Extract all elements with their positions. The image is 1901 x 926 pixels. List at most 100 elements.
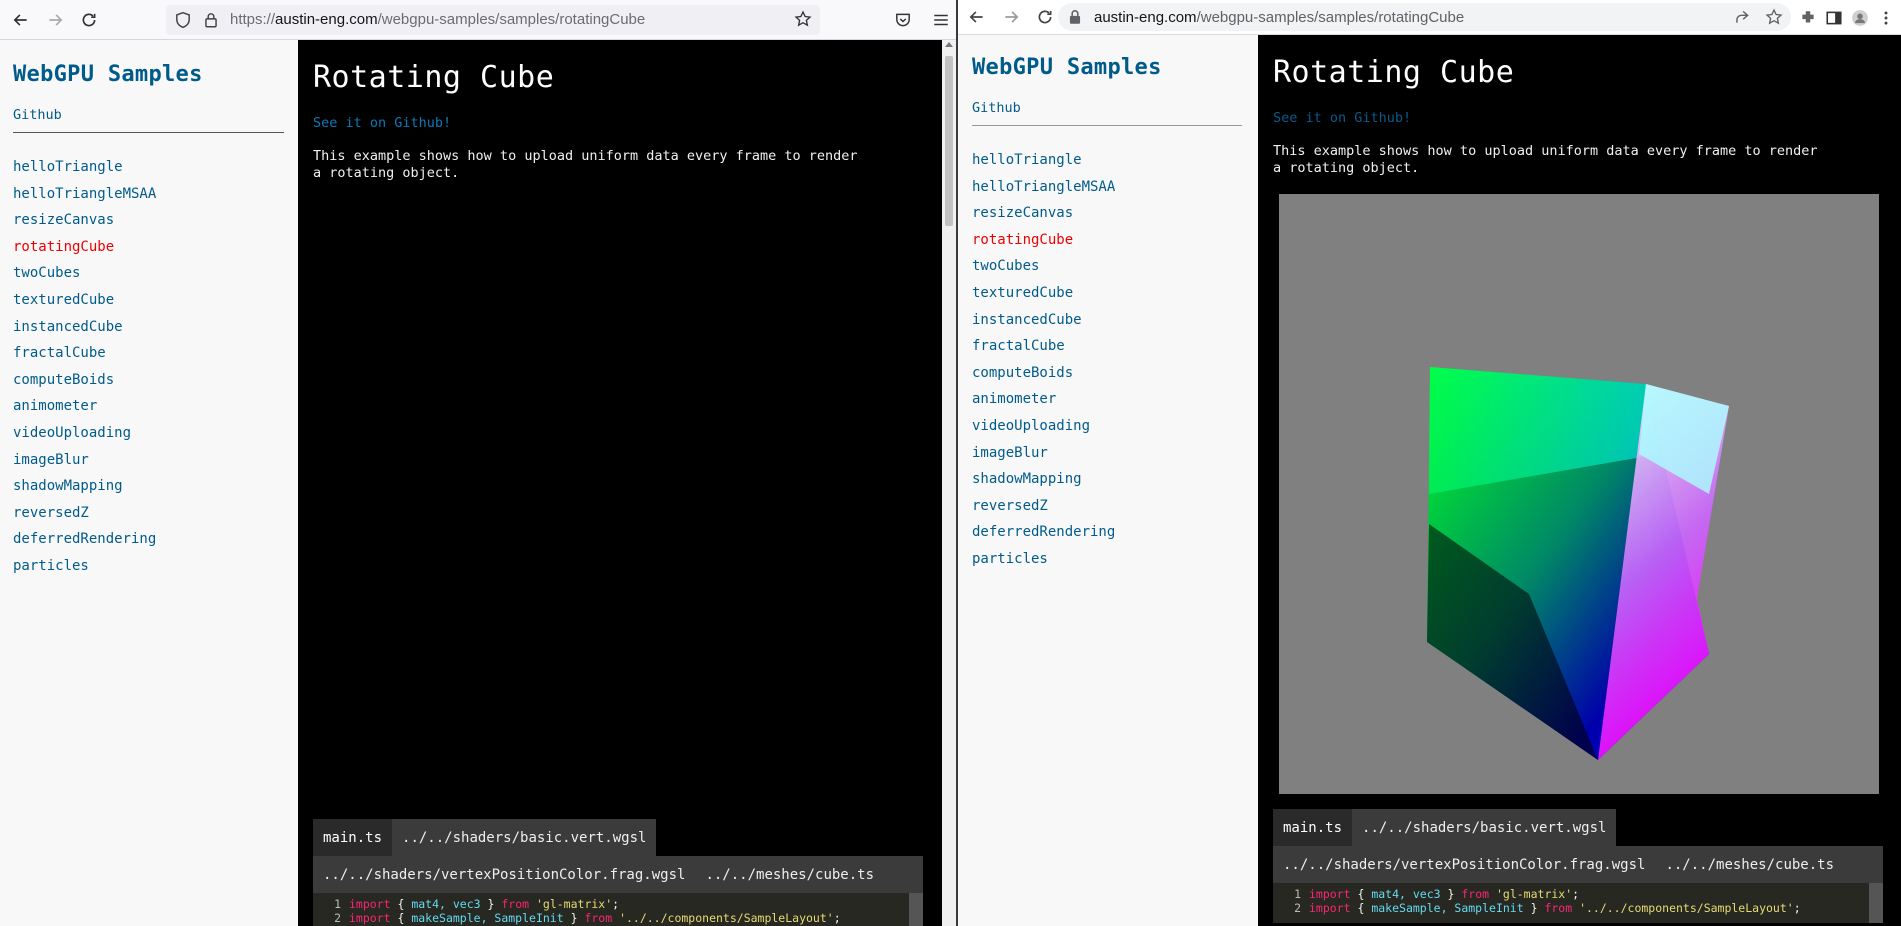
- code-scrollbar[interactable]: [909, 893, 923, 926]
- code-token: makeSample, SampleInit: [411, 911, 564, 925]
- code-token: '../../components/SampleLayout': [612, 911, 834, 925]
- sample-link[interactable]: texturedCube: [13, 287, 284, 314]
- code-token: from: [1461, 887, 1490, 901]
- source-tabs: main.ts ../../shaders/basic.vert.wgsl ..…: [1273, 809, 1883, 923]
- sample-link[interactable]: resizeCanvas: [13, 207, 284, 234]
- extensions-icon[interactable]: [1799, 9, 1817, 27]
- code-token: 'gl-matrix': [529, 897, 613, 911]
- code-token: import: [349, 911, 391, 925]
- code-token: '../../components/SampleLayout': [1572, 901, 1794, 915]
- site-title[interactable]: WebGPU Samples: [13, 62, 284, 87]
- page-content: WebGPU Samples Github helloTriangle hell…: [958, 35, 1901, 926]
- sample-link-active[interactable]: rotatingCube: [13, 234, 284, 261]
- sample-link[interactable]: particles: [972, 546, 1242, 573]
- address-bar[interactable]: austin-eng.com/webgpu-samples/samples/ro…: [1058, 3, 1791, 31]
- reload-button[interactable]: [72, 3, 106, 37]
- description: This example shows how to upload uniform…: [1273, 143, 1818, 176]
- sample-link[interactable]: fractalCube: [13, 340, 284, 367]
- code-token: ;: [612, 897, 620, 911]
- code-viewer[interactable]: 1 import { mat4, vec3 } from 'gl-matrix';…: [1273, 883, 1883, 923]
- code-token: from: [1544, 901, 1573, 915]
- forward-button[interactable]: [994, 0, 1028, 34]
- line-number: 1: [1294, 887, 1301, 901]
- code-token: }: [563, 911, 585, 925]
- sample-link[interactable]: deferredRendering: [972, 519, 1242, 546]
- url-path: /webgpu-samples/samples/rotatingCube: [377, 11, 646, 28]
- sample-link[interactable]: helloTriangle: [972, 147, 1242, 174]
- scrollbar-thumb[interactable]: [945, 56, 953, 226]
- tab-vert-shader[interactable]: ../../shaders/basic.vert.wgsl: [1352, 809, 1617, 846]
- github-link[interactable]: Github: [13, 107, 284, 133]
- sample-link-active[interactable]: rotatingCube: [972, 227, 1242, 254]
- sample-link[interactable]: twoCubes: [13, 260, 284, 287]
- sample-link[interactable]: helloTriangle: [13, 154, 284, 181]
- tab-cube-mesh[interactable]: ../../meshes/cube.ts: [1655, 846, 1845, 883]
- sample-link[interactable]: texturedCube: [972, 280, 1242, 307]
- sidebar: WebGPU Samples Github helloTriangle hell…: [958, 35, 1258, 926]
- share-icon[interactable]: [1733, 8, 1751, 26]
- back-button[interactable]: [960, 0, 994, 34]
- sample-link[interactable]: shadowMapping: [13, 473, 284, 500]
- see-on-github-link[interactable]: See it on Github!: [313, 115, 926, 131]
- sample-link[interactable]: twoCubes: [972, 253, 1242, 280]
- menu-icon[interactable]: [932, 11, 950, 29]
- shield-icon: [176, 11, 190, 28]
- tab-cube-mesh[interactable]: ../../meshes/cube.ts: [695, 856, 885, 893]
- pocket-icon[interactable]: [894, 11, 912, 29]
- sample-link[interactable]: helloTriangleMSAA: [13, 181, 284, 208]
- sample-link[interactable]: animometer: [13, 393, 284, 420]
- main-panel: Rotating Cube See it on Github! This exa…: [1258, 35, 1901, 926]
- sample-link[interactable]: particles: [13, 553, 284, 580]
- reload-button[interactable]: [1028, 0, 1062, 34]
- star-icon[interactable]: [1765, 8, 1783, 26]
- code-viewer[interactable]: 1 import { mat4, vec3 } from 'gl-matrix';…: [313, 893, 923, 926]
- tab-main-ts[interactable]: main.ts: [313, 819, 393, 856]
- profile-icon[interactable]: [1851, 9, 1869, 27]
- github-link[interactable]: Github: [972, 100, 1242, 126]
- code-token: {: [390, 911, 412, 925]
- tab-main-ts[interactable]: main.ts: [1273, 809, 1353, 846]
- sample-link[interactable]: reversedZ: [13, 500, 284, 527]
- scroll-up-arrow-icon[interactable]: [945, 42, 953, 47]
- sample-link[interactable]: computeBoids: [13, 367, 284, 394]
- sample-link[interactable]: imageBlur: [972, 440, 1242, 467]
- sample-link[interactable]: videoUploading: [13, 420, 284, 447]
- kebab-menu-icon[interactable]: [1877, 9, 1895, 27]
- sample-link[interactable]: helloTriangleMSAA: [972, 174, 1242, 201]
- sample-list: helloTriangle helloTriangleMSAA resizeCa…: [13, 154, 284, 580]
- page-scrollbar[interactable]: [942, 40, 956, 926]
- sample-link[interactable]: computeBoids: [972, 360, 1242, 387]
- code-scrollbar[interactable]: [1869, 883, 1883, 923]
- line-number: 2: [1294, 901, 1301, 915]
- sample-link[interactable]: imageBlur: [13, 447, 284, 474]
- webgpu-canvas[interactable]: [1279, 194, 1879, 794]
- sample-link[interactable]: reversedZ: [972, 493, 1242, 520]
- back-button[interactable]: [4, 3, 38, 37]
- star-icon[interactable]: [794, 9, 812, 28]
- sidepanel-icon[interactable]: [1825, 9, 1843, 27]
- tab-frag-shader[interactable]: ../../shaders/vertexPositionColor.frag.w…: [1273, 846, 1656, 883]
- sample-link[interactable]: resizeCanvas: [972, 200, 1242, 227]
- sample-link[interactable]: fractalCube: [972, 333, 1242, 360]
- sample-link[interactable]: animometer: [972, 386, 1242, 413]
- lock-icon: [205, 12, 217, 27]
- sample-link[interactable]: instancedCube: [972, 307, 1242, 334]
- code-token: makeSample, SampleInit: [1371, 901, 1524, 915]
- code-token: ;: [1793, 901, 1801, 915]
- page-content: WebGPU Samples Github helloTriangle hell…: [0, 40, 956, 926]
- rotating-cube-render: [1427, 367, 1729, 760]
- line-number: 1: [334, 897, 341, 911]
- sample-link[interactable]: deferredRendering: [13, 526, 284, 553]
- reload-icon: [1038, 10, 1052, 24]
- url-path: /webgpu-samples/samples/rotatingCube: [1196, 8, 1465, 26]
- back-arrow-icon: [969, 11, 983, 23]
- sample-link[interactable]: shadowMapping: [972, 466, 1242, 493]
- sample-link[interactable]: videoUploading: [972, 413, 1242, 440]
- address-bar[interactable]: https://austin-eng.com/webgpu-samples/sa…: [166, 4, 820, 35]
- tab-vert-shader[interactable]: ../../shaders/basic.vert.wgsl: [392, 819, 657, 856]
- site-title[interactable]: WebGPU Samples: [972, 55, 1242, 80]
- see-on-github-link[interactable]: See it on Github!: [1273, 110, 1881, 126]
- sample-link[interactable]: instancedCube: [13, 314, 284, 341]
- tab-frag-shader[interactable]: ../../shaders/vertexPositionColor.frag.w…: [313, 856, 696, 893]
- forward-button[interactable]: [38, 3, 72, 37]
